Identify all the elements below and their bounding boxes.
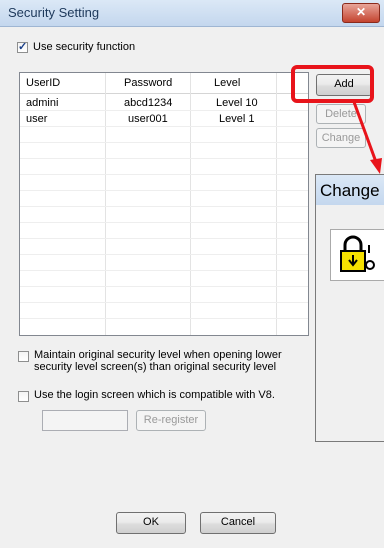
row-divider: [20, 110, 308, 111]
login-compat-checkbox[interactable]: [18, 391, 29, 402]
cancel-button[interactable]: Cancel: [200, 512, 276, 534]
security-setting-window: Security Setting ✕ Use security function…: [0, 0, 384, 548]
row-divider: [20, 158, 308, 159]
red-arrow-icon: [352, 101, 382, 174]
login-file-field[interactable]: [42, 410, 128, 431]
cell-level: Level 10: [216, 97, 258, 109]
row-divider: [20, 238, 308, 239]
use-security-checkbox[interactable]: [17, 40, 28, 53]
row-divider: [20, 254, 308, 255]
lock-icon: [340, 235, 375, 272]
cell-userid: admini: [26, 97, 59, 109]
ok-button[interactable]: OK: [116, 512, 186, 534]
user-table: UserID Password Level admini abcd1234 Le…: [19, 72, 309, 336]
cell-userid: user: [26, 113, 48, 125]
window-title: Security Setting: [8, 5, 100, 20]
cell-level: Level 1: [219, 113, 255, 125]
lock-tile: [330, 229, 384, 281]
row-divider: [20, 142, 308, 143]
title-bar: Security Setting ✕: [0, 0, 384, 27]
column-header-level[interactable]: Level: [214, 77, 240, 89]
row-divider: [20, 286, 308, 287]
maintain-level-checkbox[interactable]: [18, 351, 29, 362]
maintain-level-label-line1: Maintain original security level when op…: [34, 349, 282, 361]
column-header-userid[interactable]: UserID: [26, 77, 60, 89]
column-divider: [190, 73, 191, 335]
use-security-label: Use security function: [33, 41, 136, 53]
reregister-button[interactable]: Re-register: [136, 410, 206, 431]
row-divider: [20, 126, 308, 127]
cell-password: abcd1234: [124, 97, 173, 109]
row-divider: [20, 222, 308, 223]
row-divider: [20, 206, 308, 207]
close-button[interactable]: ✕: [342, 3, 380, 23]
maintain-level-label-line2: security level screen(s) than original s…: [34, 361, 277, 373]
table-header: UserID Password Level: [20, 73, 308, 94]
column-divider: [105, 73, 106, 335]
cell-password: user001: [128, 113, 168, 125]
close-icon: ✕: [355, 5, 367, 19]
row-divider: [20, 318, 308, 319]
row-divider: [20, 302, 308, 303]
column-header-password[interactable]: Password: [124, 77, 172, 89]
row-divider: [20, 270, 308, 271]
column-divider: [276, 73, 277, 335]
change-dialog-preview: Change: [315, 174, 384, 442]
login-compat-label: Use the login screen which is compatible…: [34, 389, 275, 401]
change-dialog-title-bar: Change: [316, 175, 384, 205]
change-dialog-title: Change: [320, 181, 380, 200]
highlight-box: [291, 65, 374, 103]
row-divider: [20, 174, 308, 175]
row-divider: [20, 190, 308, 191]
